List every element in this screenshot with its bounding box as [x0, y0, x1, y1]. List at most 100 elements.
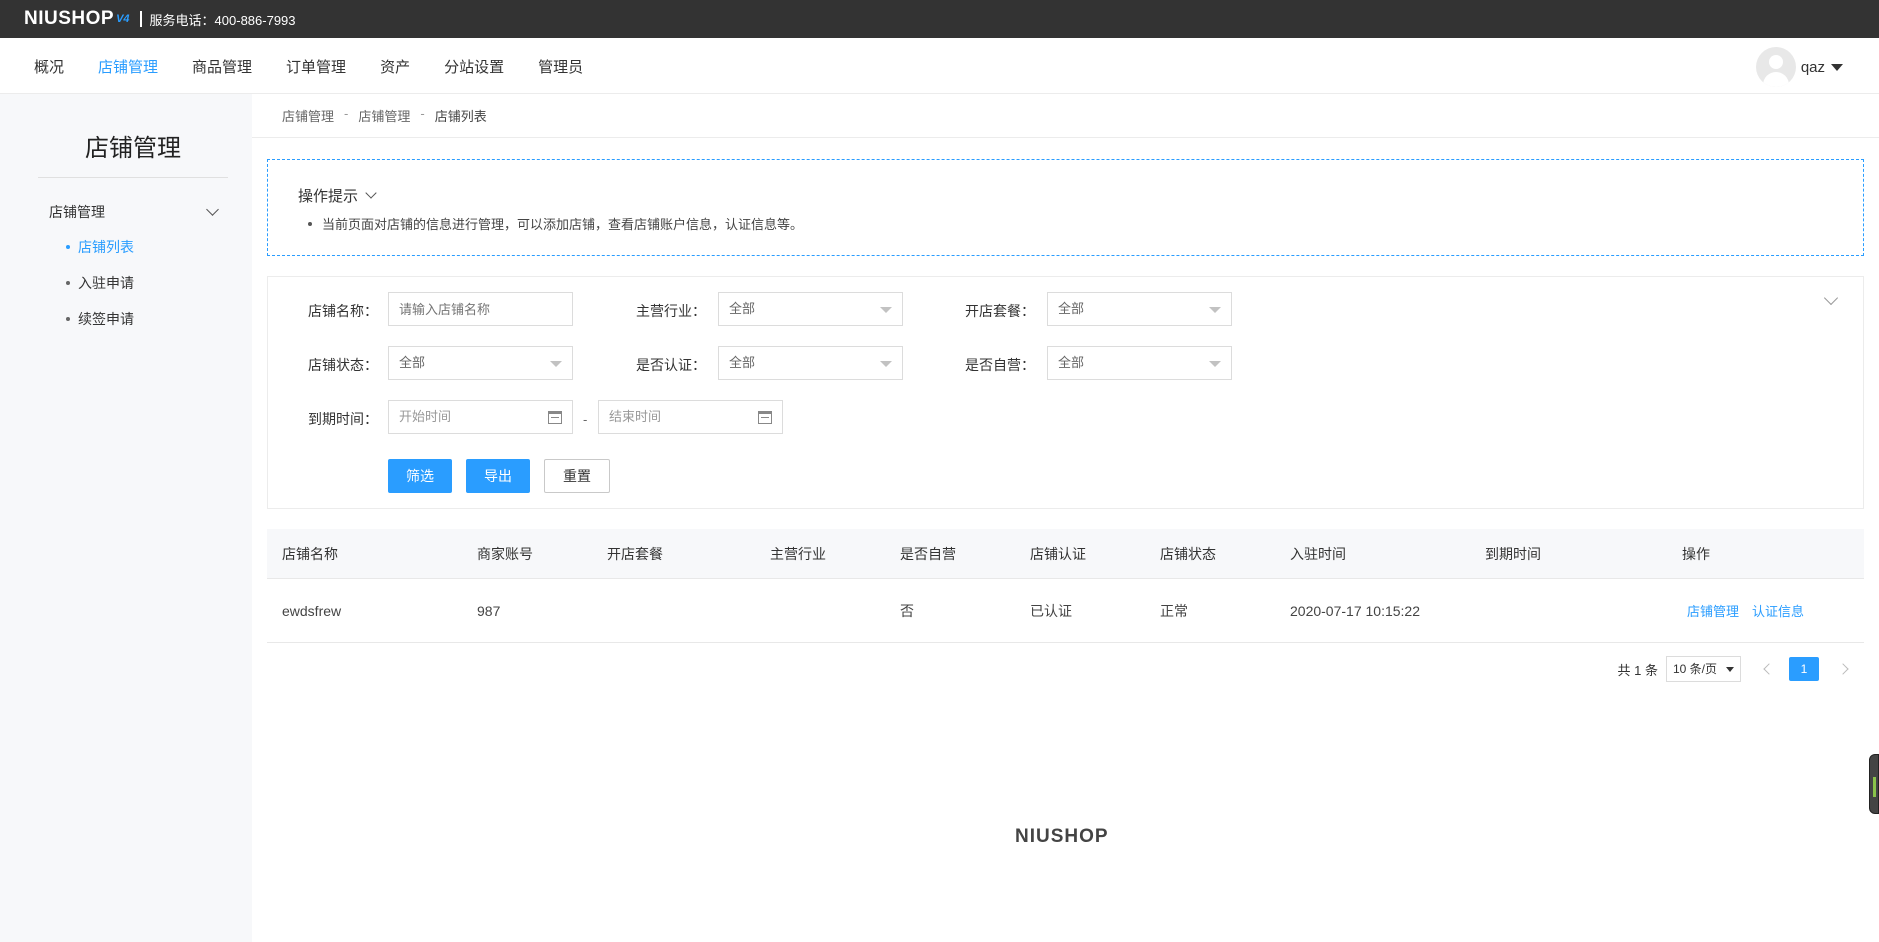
pagination-total: 共 1 条 — [1617, 662, 1658, 678]
column-header: 主营行业 — [770, 545, 826, 562]
sidebar-item-renewal-application[interactable]: 续签申请 — [66, 309, 134, 329]
store-table: 店铺名称 商家账号 开店套餐 主营行业 是否自营 店铺认证 店铺状态 入驻时间 … — [267, 529, 1864, 643]
certified-label: 是否认证： — [636, 357, 706, 373]
reset-button[interactable]: 重置 — [544, 459, 610, 493]
filter-panel: 店铺名称： 主营行业： 全部 开店套餐： 全部 店铺状态： 全部 是否认证： 全… — [267, 276, 1864, 509]
filter-button[interactable]: 筛选 — [388, 459, 452, 493]
cell-certified: 已认证 — [1030, 602, 1072, 619]
nav-goods-management[interactable]: 商品管理 — [192, 56, 252, 77]
sidebar-item-label: 入驻申请 — [78, 275, 134, 291]
nav-assets[interactable]: 资产 — [380, 56, 410, 77]
service-phone: 服务电话：400-886-7993 — [149, 12, 296, 28]
sidebar-item-label: 店铺列表 — [78, 239, 134, 255]
user-menu[interactable]: qaz — [1755, 47, 1843, 87]
floating-side-tab[interactable] — [1869, 754, 1879, 814]
tips-item: 当前页面对店铺的信息进行管理，可以添加店铺，查看店铺账户信息，认证信息等。 — [308, 214, 803, 233]
tips-toggle[interactable]: 操作提示 — [298, 185, 377, 206]
sidebar-item-join-application[interactable]: 入驻申请 — [66, 273, 134, 293]
end-date-input[interactable]: 结束时间 — [598, 400, 783, 434]
footer-logo: NIUSHOP — [1015, 826, 1109, 847]
user-name: qaz — [1800, 58, 1825, 76]
breadcrumb-item[interactable]: 店铺管理 — [358, 106, 410, 125]
date-range-separator: - — [583, 412, 588, 427]
caret-down-icon — [1726, 667, 1734, 672]
sidebar-group-store-management[interactable]: 店铺管理 — [49, 202, 223, 222]
column-header: 开店套餐 — [607, 545, 663, 562]
chevron-down-icon — [365, 187, 377, 199]
calendar-icon — [758, 411, 772, 424]
table-row: ewdsfrew 987 否 已认证 正常 2020-07-17 10:15:2… — [267, 579, 1864, 643]
page-size-select[interactable]: 10 条/页 — [1666, 656, 1741, 682]
industry-label: 主营行业： — [636, 303, 706, 319]
column-header: 店铺名称 — [282, 545, 338, 562]
page-number-current[interactable]: 1 — [1789, 657, 1819, 681]
caret-down-icon — [1209, 307, 1221, 313]
caret-down-icon — [1209, 361, 1221, 367]
prev-page-icon[interactable] — [1763, 663, 1775, 675]
self-run-value: 全部 — [1058, 355, 1085, 370]
brand-logo: NIUSHOP — [24, 8, 115, 29]
certified-value: 全部 — [729, 355, 756, 370]
topbar-divider — [139, 11, 142, 27]
page-size-value: 10 条/页 — [1673, 662, 1718, 676]
nav-admin[interactable]: 管理员 — [538, 56, 583, 77]
bullet-icon — [66, 245, 70, 249]
start-date-input[interactable]: 开始时间 — [388, 400, 573, 434]
cell-operations: 店铺管理 认证信息 — [1687, 579, 1817, 642]
bullet-icon — [308, 221, 312, 226]
cell-join-time: 2020-07-17 10:15:22 — [1290, 602, 1420, 619]
status-value: 全部 — [399, 355, 426, 370]
tips-title: 操作提示 — [298, 188, 359, 205]
bullet-icon — [66, 281, 70, 285]
nav-store-management[interactable]: 店铺管理 — [98, 56, 158, 77]
main-nav: 概况 店铺管理 商品管理 订单管理 资产 分站设置 管理员 — [34, 38, 617, 94]
table-header: 店铺名称 商家账号 开店套餐 主营行业 是否自营 店铺认证 店铺状态 入驻时间 … — [267, 529, 1864, 579]
certified-select[interactable]: 全部 — [718, 346, 903, 380]
column-header: 入驻时间 — [1290, 545, 1346, 562]
sidebar-group-label: 店铺管理 — [49, 204, 105, 220]
breadcrumb: 店铺管理 - 店铺管理 - 店铺列表 — [282, 106, 487, 125]
store-name-input[interactable] — [388, 292, 573, 326]
breadcrumb-separator: - — [420, 106, 425, 121]
nav-order-management[interactable]: 订单管理 — [286, 56, 346, 77]
chevron-down-icon — [206, 203, 219, 216]
store-manage-link[interactable]: 店铺管理 — [1687, 601, 1739, 620]
sidebar-item-label: 续签申请 — [78, 311, 134, 327]
caret-down-icon — [880, 307, 892, 313]
status-select[interactable]: 全部 — [388, 346, 573, 380]
calendar-icon — [548, 411, 562, 424]
expire-label: 到期时间： — [308, 411, 378, 427]
cell-account: 987 — [477, 602, 501, 619]
self-run-select[interactable]: 全部 — [1047, 346, 1232, 380]
cert-info-link[interactable]: 认证信息 — [1752, 601, 1804, 620]
cell-status: 正常 — [1160, 602, 1188, 619]
status-label: 店铺状态： — [308, 357, 378, 373]
industry-select[interactable]: 全部 — [718, 292, 903, 326]
cell-self-run: 否 — [900, 602, 914, 619]
brand-version: V4 — [116, 13, 130, 25]
operation-tips: 操作提示 当前页面对店铺的信息进行管理，可以添加店铺，查看店铺账户信息，认证信息… — [267, 159, 1864, 256]
nav-overview[interactable]: 概况 — [34, 56, 64, 77]
chevron-down-icon[interactable] — [1823, 290, 1839, 306]
column-header: 店铺认证 — [1030, 545, 1086, 562]
breadcrumb-divider — [252, 137, 1879, 138]
next-page-icon[interactable] — [1837, 663, 1849, 675]
column-header: 店铺状态 — [1160, 545, 1216, 562]
package-select[interactable]: 全部 — [1047, 292, 1232, 326]
package-label: 开店套餐： — [965, 303, 1035, 319]
caret-down-icon — [1831, 63, 1843, 71]
cell-store-name: ewdsfrew — [282, 602, 342, 619]
sidebar-item-store-list[interactable]: 店铺列表 — [66, 237, 134, 257]
breadcrumb-item[interactable]: 店铺管理 — [282, 106, 334, 125]
sidebar-title: 店铺管理 — [38, 128, 228, 178]
tips-text: 当前页面对店铺的信息进行管理，可以添加店铺，查看店铺账户信息，认证信息等。 — [322, 217, 804, 232]
pagination: 共 1 条 10 条/页 1 — [1617, 656, 1849, 682]
store-name-label: 店铺名称： — [308, 303, 378, 319]
nav-substation-settings[interactable]: 分站设置 — [444, 56, 504, 77]
avatar — [1755, 47, 1796, 87]
package-value: 全部 — [1058, 301, 1085, 316]
export-button[interactable]: 导出 — [466, 459, 530, 493]
sidebar: 店铺管理 店铺管理 店铺列表 入驻申请 续签申请 — [0, 94, 252, 942]
end-date-placeholder: 结束时间 — [609, 409, 662, 424]
industry-value: 全部 — [729, 301, 756, 316]
